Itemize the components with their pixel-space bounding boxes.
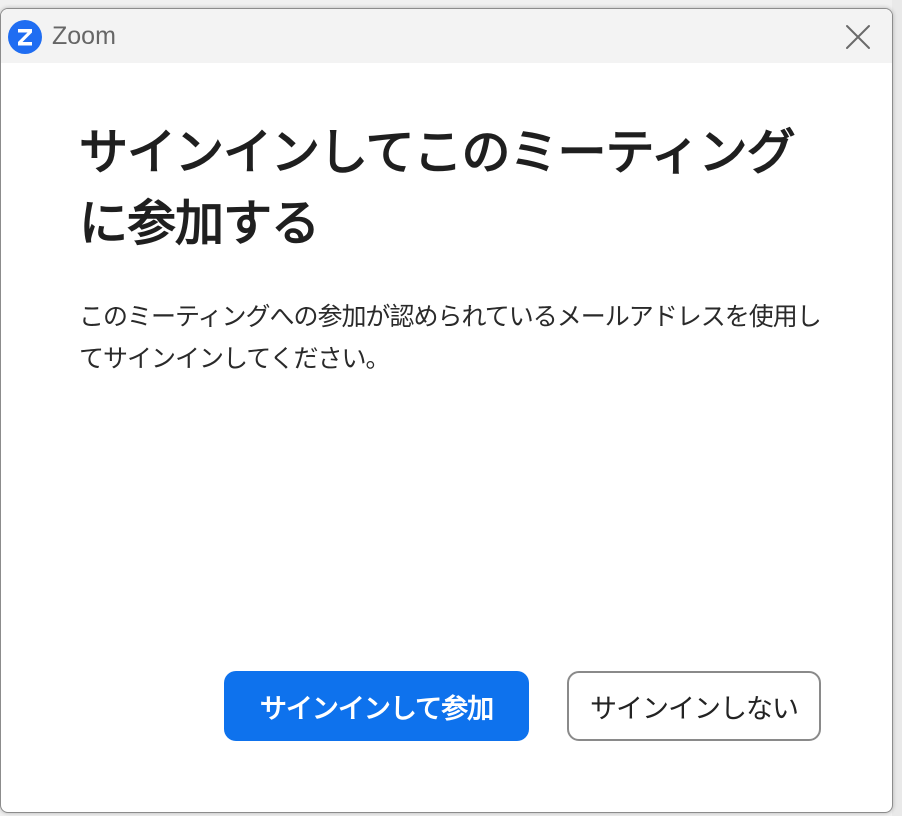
window-title: Zoom [52, 22, 116, 50]
dialog-heading: サインインしてこのミーティングに参加する [79, 124, 796, 252]
close-button[interactable] [842, 21, 874, 53]
close-icon [846, 25, 870, 49]
dialog-description: このミーティングへの参加が認められているメールアドレスを使用してサインインしてく… [79, 302, 822, 373]
title-bar[interactable]: Zoom [1, 9, 892, 63]
sign-in-dialog: Zoom サインインしてこのミーティングに参加する このミーティングへの参加が認… [0, 8, 893, 813]
do-not-sign-in-button[interactable]: サインインしない [567, 671, 821, 741]
background-window-edge [892, 0, 902, 816]
zoom-logo-icon [8, 20, 42, 54]
sign-in-and-join-button[interactable]: サインインして参加 [224, 671, 529, 741]
